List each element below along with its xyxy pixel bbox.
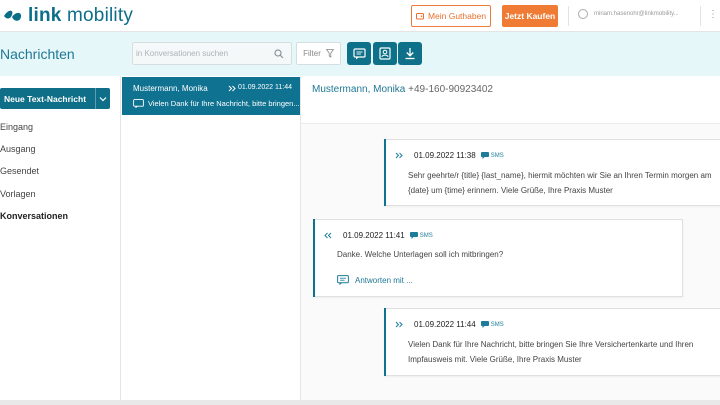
- page-title: Nachrichten: [0, 46, 75, 62]
- logo-text: link mobility: [28, 5, 134, 26]
- sidebar: Neue Text-Nachricht Eingang Ausgang Gese…: [0, 76, 121, 405]
- buy-now-button[interactable]: Jetzt Kaufen: [502, 5, 558, 27]
- message-text-line: Vielen Dank für Ihre Nachricht, bitte br…: [408, 340, 694, 349]
- message-timestamp: 01.09.2022 11:38: [414, 151, 476, 160]
- user-avatar-icon: [578, 9, 588, 19]
- logo-mark-icon: [4, 10, 22, 21]
- sidebar-item-vorlagen[interactable]: Vorlagen: [0, 189, 36, 199]
- contact-number: +49-160-90923402: [408, 84, 493, 95]
- sms-badge: SMS: [409, 232, 433, 239]
- search-icon[interactable]: [274, 49, 284, 59]
- message-header: 01.09.2022 11:44 SMS: [395, 320, 504, 329]
- sms-badge: SMS: [480, 152, 504, 159]
- contact-name[interactable]: Mustermann, Monika: [312, 84, 405, 95]
- conversation-item[interactable]: Mustermann, Monika 01.09.2022 11:44 Viel…: [122, 77, 300, 115]
- double-chevron-right-icon: [228, 85, 236, 92]
- sms-icon: [480, 321, 489, 328]
- sms-badge: SMS: [480, 321, 504, 328]
- header-divider-2: [700, 6, 701, 26]
- sidebar-item-eingang[interactable]: Eingang: [0, 122, 33, 132]
- new-text-message-label: Neue Text-Nachricht: [4, 93, 87, 104]
- reply-with-link[interactable]: Antworten mit ...: [337, 275, 413, 286]
- export-button[interactable]: [398, 42, 422, 65]
- wallet-icon: [415, 13, 424, 20]
- conversation-thread: Mustermann, Monika +49-160-90923402 01.0…: [301, 76, 720, 405]
- my-credit-label: Mein Guthaben: [427, 11, 487, 21]
- double-chevron-right-icon: [395, 321, 403, 328]
- double-chevron-left-icon: [324, 232, 332, 239]
- message-icon: [352, 47, 366, 59]
- sidebar-item-gesendet[interactable]: Gesendet: [0, 166, 39, 176]
- search-placeholder: in Konversationen suchen: [136, 49, 229, 58]
- filter-button[interactable]: Filter: [296, 42, 341, 65]
- sms-icon: [480, 152, 489, 159]
- my-credit-button[interactable]: Mein Guthaben: [411, 5, 491, 27]
- link-mobility-logo[interactable]: link mobility: [2, 4, 133, 28]
- message-header: 01.09.2022 11:41 SMS: [324, 231, 433, 240]
- conversation-list: Mustermann, Monika 01.09.2022 11:44 Viel…: [121, 76, 301, 405]
- user-menu[interactable]: miriam.hasenohr@linkmobility...: [578, 9, 679, 19]
- conversation-date: 01.09.2022 11:44: [238, 84, 292, 91]
- message-card-incoming: 01.09.2022 11:41 SMS Danke. Welche Unter…: [313, 219, 683, 297]
- horizontal-scrollbar[interactable]: [0, 400, 720, 405]
- contact-header: Mustermann, Monika +49-160-90923402: [312, 84, 493, 95]
- message-text-line: Sehr geehrte/r {title} {last_name}, hier…: [408, 171, 712, 180]
- message-timestamp: 01.09.2022 11:44: [414, 320, 476, 329]
- more-menu-icon[interactable]: ⋮: [708, 9, 718, 20]
- message-text-line: {date} um {time} erinnern. Viele Grüße, …: [408, 186, 613, 195]
- new-text-message-button[interactable]: Neue Text-Nachricht: [0, 88, 110, 109]
- filter-label: Filter: [303, 49, 321, 58]
- conversation-snippet: Vielen Dank für Ihre Nachricht, bitte br…: [148, 99, 300, 108]
- conversation-name: Mustermann, Monika: [133, 84, 208, 93]
- conversation-search-input[interactable]: in Konversationen suchen: [132, 42, 292, 65]
- message-text-line: Impfausweis mit. Viele Grüße, Ihre Praxi…: [408, 355, 582, 364]
- top-bar: link mobility Mein Guthaben Jetzt Kaufen…: [0, 0, 720, 32]
- message-timestamp: 01.09.2022 11:41: [343, 231, 405, 240]
- message-card-outgoing: 01.09.2022 11:44 SMS Vielen Dank für Ihr…: [384, 308, 720, 376]
- reply-label: Antworten mit ...: [355, 276, 413, 285]
- sms-icon: [409, 232, 418, 239]
- download-icon: [405, 48, 415, 60]
- message-card-outgoing: 01.09.2022 11:38 SMS Sehr geehrte/r {tit…: [384, 139, 720, 206]
- user-email: miriam.hasenohr@linkmobility...: [594, 11, 679, 17]
- funnel-icon: [325, 49, 334, 58]
- chevron-down-icon[interactable]: [95, 88, 110, 109]
- header-divider: [568, 6, 569, 26]
- reply-message-icon: [337, 275, 349, 286]
- message-header: 01.09.2022 11:38 SMS: [395, 151, 504, 160]
- sidebar-item-konversationen[interactable]: Konversationen: [0, 211, 68, 221]
- sidebar-item-ausgang[interactable]: Ausgang: [0, 144, 36, 154]
- message-icon: [133, 99, 144, 109]
- new-message-icon-button[interactable]: [347, 42, 371, 65]
- double-chevron-right-icon: [395, 152, 403, 159]
- contact-card-icon: [379, 47, 391, 60]
- message-text-line: Danke. Welche Unterlagen soll ich mitbri…: [337, 250, 504, 259]
- contacts-button[interactable]: [373, 42, 397, 65]
